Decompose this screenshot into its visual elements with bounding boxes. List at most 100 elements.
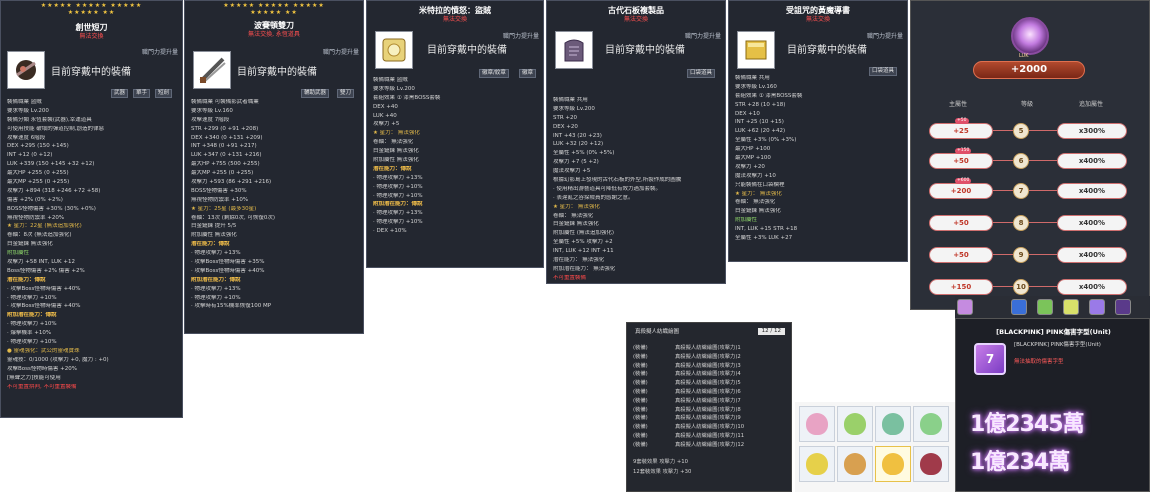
- row-connector: [993, 130, 1013, 131]
- list-item[interactable]: (裝備) 真殺擬人紡織繪圖(攻擊力)4: [633, 371, 741, 378]
- stat-line: · 物理攻擊力 +13%: [373, 210, 423, 217]
- stat-line: · 表達亂之谷探險員的感謝之意。: [553, 194, 634, 201]
- skin-slot-icon[interactable]: [1115, 299, 1131, 315]
- stat-line: 攻擊力 +7 (5 +2): [553, 159, 599, 166]
- stat-line: INT +43 (20 +23): [553, 132, 602, 139]
- row-connector: [1029, 254, 1057, 255]
- set-collection-list: 真殺擬人紡織繪圖 12 / 12 (裝備) 真殺擬人紡織繪圖(攻擊力)1 (裝備) 真…: [626, 322, 792, 492]
- stat-line: INT, LUK +15 STR +18: [735, 226, 798, 233]
- stat-line: · 物理攻擊力 +10%: [373, 219, 423, 226]
- grimoire-icon: [737, 31, 775, 69]
- list-item[interactable]: (裝備) 真殺擬人紡織繪圖(攻擊力)6: [633, 389, 741, 396]
- list-item[interactable]: (裝備) 真殺擬人紡織繪圖(攻擊力)12: [633, 441, 744, 449]
- upgrade-row: +50 8 x400%: [929, 215, 1139, 231]
- tag-dualblade: 雙刀: [337, 89, 355, 98]
- add-stat-value: x400%: [1057, 247, 1127, 263]
- stat-line: LUK +339 (150 +145 +32 +12): [7, 161, 95, 168]
- bonus-badge: +50: [955, 118, 969, 124]
- stat-line: 卷軸：8次 (無法追加強化): [7, 232, 72, 239]
- stat-increase-label: 職門力提升量: [141, 49, 178, 56]
- skin-slot-icon[interactable]: [1037, 299, 1053, 315]
- item-name: 真殺擬人紡織繪圖(攻擊力)6: [675, 389, 741, 395]
- set-effect-9: 9套裝效果 攻擊力 +10: [633, 459, 688, 465]
- stat-line: ● 靈魂強化：武公的靈魂寶珠: [7, 347, 80, 354]
- level-badge: 5: [1013, 123, 1029, 139]
- tag-pocket: 口袋道具: [687, 69, 716, 78]
- level-badge: 7: [1013, 183, 1029, 199]
- item-stat-lines: 裝備職業 可裝備影武者職業 要求等級 Lv.160 攻擊速度 7階段 STR +299…: [191, 99, 359, 312]
- item-name: 真殺擬人紡織繪圖(攻擊力)1: [675, 345, 741, 351]
- stat-line: 附加屬性 無法強化: [373, 157, 419, 164]
- stat-increase-label: 職門力提升量: [322, 49, 359, 56]
- stat-line: INT +12 (0 +12): [7, 152, 53, 159]
- main-stat-value: +50: [929, 247, 993, 263]
- luk-total: +2000: [973, 61, 1085, 79]
- list-item[interactable]: (裝備) 真殺擬人紡織繪圖(攻擊力)5: [633, 380, 741, 387]
- pet-slot[interactable]: [913, 446, 949, 482]
- item-type: (裝備): [633, 441, 648, 448]
- item-type: (裝備): [633, 362, 648, 369]
- skin-slot-icon[interactable]: [1089, 299, 1105, 315]
- skin-slot-icon[interactable]: [957, 299, 973, 315]
- main-stat-value: +50: [929, 215, 993, 231]
- stat-line: 潛在能力： 無法強化: [553, 257, 605, 264]
- tag-onehand: 單手: [133, 89, 151, 98]
- pet-slot[interactable]: [837, 446, 873, 482]
- upgrade-row: +150 10 x400%: [929, 279, 1139, 295]
- item-type: (裝備): [633, 389, 648, 395]
- item-stat-lines: 裝備職業 共用 要求等級 Lv.160 套組效果 ① 漆黑BOSS套裝 STR +28…: [735, 75, 903, 244]
- stat-line: 魔法攻擊力 +5: [553, 168, 591, 175]
- stat-line: 附加屬性: [735, 217, 758, 224]
- pet-icon: [844, 413, 866, 435]
- stat-line: DEX +20: [553, 123, 578, 130]
- list-item[interactable]: (裝備) 真殺擬人紡織繪圖(攻擊力)11: [633, 433, 744, 440]
- stat-line: · 物理攻擊力 +10%: [373, 183, 423, 190]
- pet-icon: [920, 453, 942, 475]
- list-item[interactable]: (裝備) 真殺擬人紡織繪圖(攻擊力)2: [633, 354, 741, 361]
- bonus-badge: +600: [955, 178, 972, 184]
- stat-line: 裝備分類 永恆套裝(武器),幸運道具: [7, 116, 92, 123]
- item-stat-lines: 裝備職業 盜賊 要求等級 Lv.200 套組效果 ① 漆黑BOSS套裝 DEX +40…: [373, 77, 539, 237]
- item-type: (裝備): [633, 415, 648, 422]
- equipped-label: 目前穿戴中的裝備: [51, 67, 131, 78]
- list-item[interactable]: (裝備) 真殺擬人紡織繪圖(攻擊力)8: [633, 406, 741, 414]
- row-connector: [993, 254, 1013, 255]
- item-type: (裝備): [633, 406, 648, 413]
- equipped-label: 目前穿戴中的裝備: [605, 45, 685, 56]
- item-type: (裝備): [633, 380, 648, 387]
- stone-tablet-icon: [555, 31, 593, 69]
- stat-line: 攻擊力 +894 (318 +246 +72 +58): [7, 187, 101, 194]
- list-item[interactable]: (裝備) 真殺擬人紡織繪圖(攻擊力)9: [633, 415, 741, 422]
- list-item[interactable]: (裝備) 真殺擬人紡織繪圖(攻擊力)10: [633, 424, 744, 431]
- stat-line: 最大HP +100: [735, 146, 771, 153]
- stat-line: ★ 星力： 無法強化: [735, 190, 782, 197]
- stat-line: STR +28 (10 +18): [735, 101, 786, 108]
- list-item[interactable]: (裝備) 真殺擬人紡織繪圖(攻擊力)1: [633, 345, 741, 352]
- stat-line: 白金鎚鍊 無法強化: [7, 241, 53, 248]
- pet-slot[interactable]: [913, 406, 949, 442]
- skin-slot-icon[interactable]: [1011, 299, 1027, 315]
- stat-line: 魔法攻擊力 +10: [735, 172, 776, 179]
- pet-slot[interactable]: [837, 406, 873, 442]
- list-item[interactable]: (裝備) 真殺擬人紡織繪圖(攻擊力)3: [633, 362, 741, 370]
- stat-line: · 攻擊Boss怪物時傷害 +35%: [191, 259, 265, 266]
- stat-line: · 攻擊時有15%機率恢復100 MP: [191, 303, 272, 310]
- skin-slot-icon[interactable]: [1063, 299, 1079, 315]
- pet-slot-selected[interactable]: [875, 446, 911, 482]
- pet-slot[interactable]: [799, 406, 835, 442]
- item-type: (裝備): [633, 433, 648, 439]
- stat-line: · 物理攻擊力 +13%: [191, 250, 241, 257]
- stat-line: 裝備職業 盜賊: [7, 99, 42, 105]
- pet-slot[interactable]: [799, 446, 835, 482]
- pet-slot[interactable]: [875, 406, 911, 442]
- list-item[interactable]: (裝備) 真殺擬人紡織繪圖(攻擊力)7: [633, 398, 741, 405]
- damage-skin-title: [BLACKPINK] PINK傷害字型(Unit): [996, 328, 1111, 336]
- stat-line: · 使用精出游藝道具可降低有效力過加套裝。: [553, 185, 661, 192]
- row-connector: [993, 286, 1013, 287]
- stat-line: 攻擊速度 6階段: [7, 134, 46, 141]
- stat-line: DEX +10: [735, 110, 760, 117]
- stat-increase-label: 職門力提升量: [866, 33, 903, 40]
- stat-line: 附加屬性: [7, 250, 30, 257]
- stat-line: 最大HP +755 (500 +255): [191, 161, 260, 168]
- item-stat-lines: 裝備職業 共用 要求等級 Lv.200 STR +20 DEX +20 INT +43 …: [553, 97, 721, 283]
